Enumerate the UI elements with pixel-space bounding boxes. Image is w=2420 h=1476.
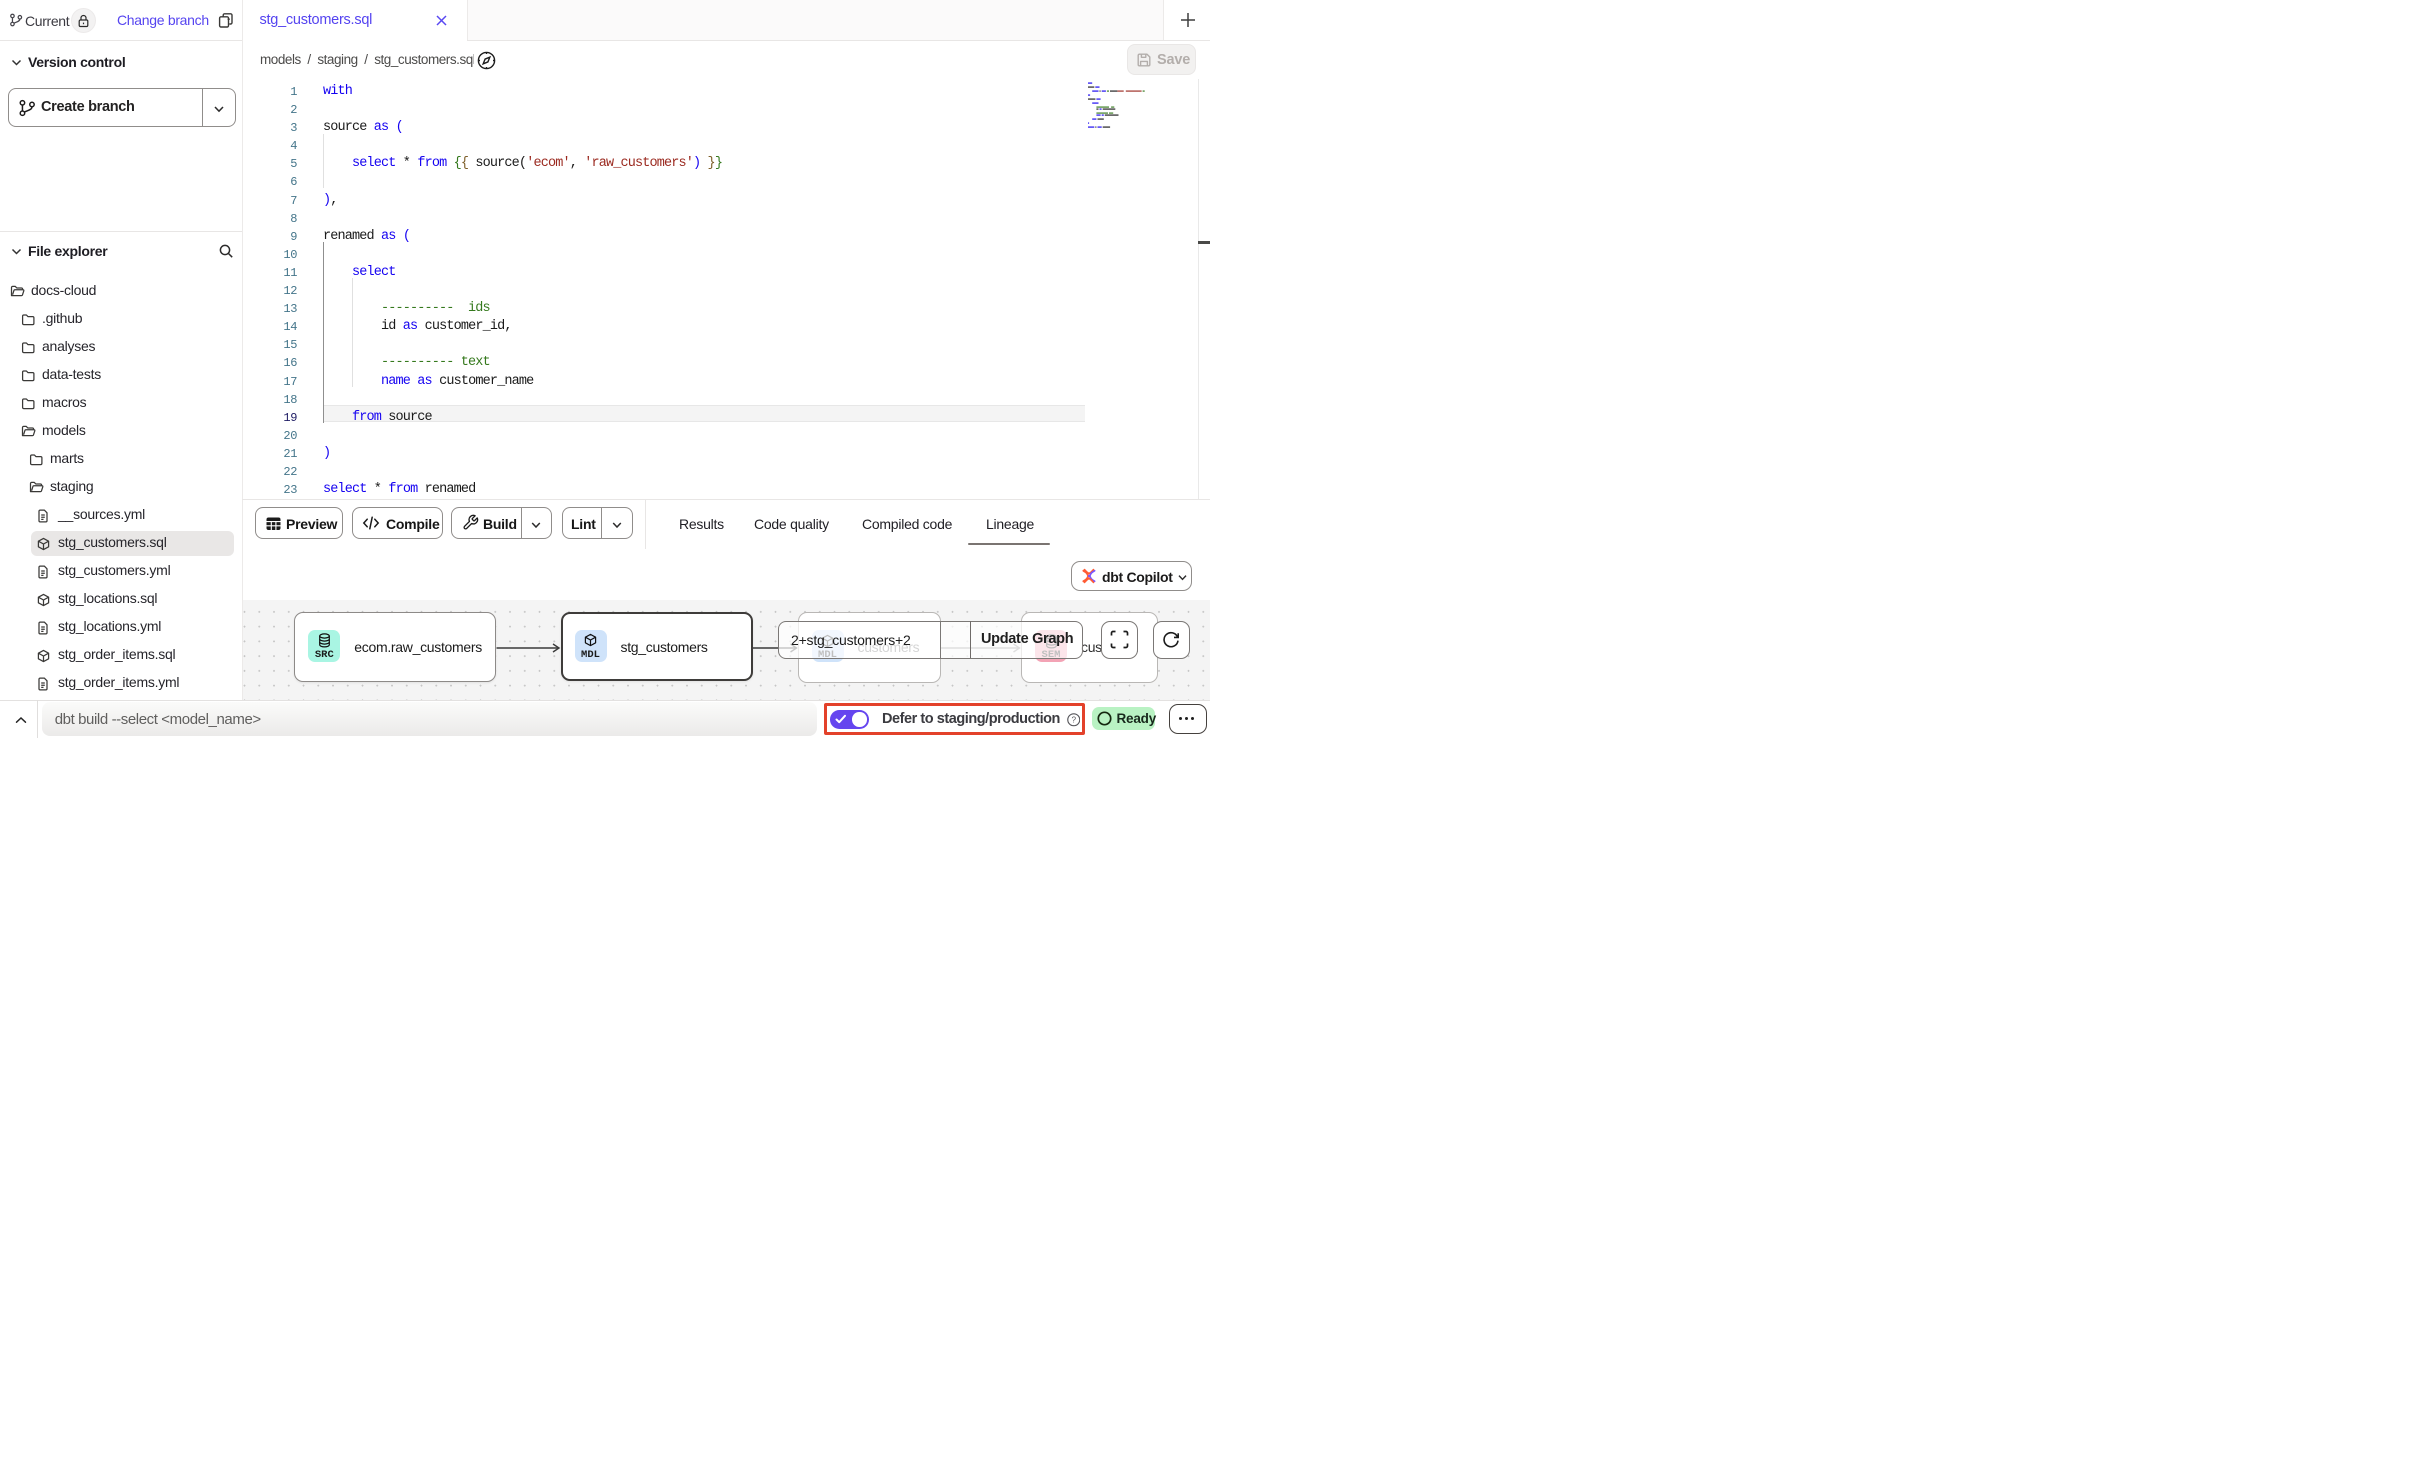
svg-text:?: ? <box>1071 716 1076 725</box>
